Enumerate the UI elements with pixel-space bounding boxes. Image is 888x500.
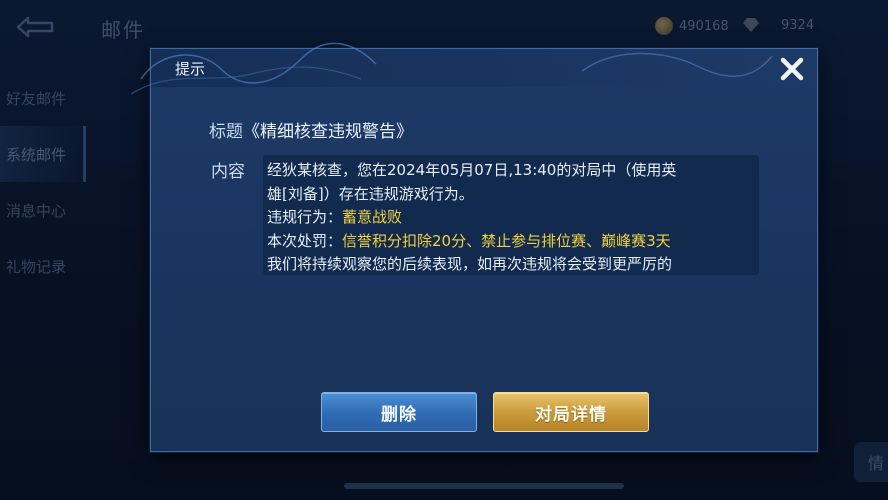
close-button[interactable] — [777, 54, 807, 84]
penalty-label: 本次处罚： — [267, 231, 343, 250]
delete-button[interactable]: 删除 — [321, 392, 477, 432]
notice-dialog: 提示 标题 《精细核查违规警告》 内容 经狄某核查，您在2024年05月07日,… — [130, 42, 818, 452]
close-icon — [780, 57, 804, 81]
match-details-button[interactable]: 对局详情 — [493, 392, 649, 432]
violation-line: 违规行为：蓄意战败 — [267, 206, 755, 230]
violation-value: 蓄意战败 — [342, 208, 403, 226]
penalty-line: 本次处罚：信誉积分扣除20分、禁止参与排位赛、巅峰赛3天 — [267, 230, 755, 254]
violation-label: 违规行为： — [267, 208, 343, 226]
dialog-title: 提示 — [175, 60, 206, 78]
content-line: 我们将持续观察您的后续表现，如再次违规将会受到更严厉的 — [267, 255, 673, 273]
content-line: 经狄某核查，您在2024年05月07日,13:40的对局中（使用英 — [267, 161, 677, 179]
penalty-value: 信誉积分扣除20分、禁止参与排位赛、巅峰赛3天 — [342, 231, 671, 250]
content-line: 雄[刘备]）存在违规游戏行为。 — [267, 184, 474, 203]
content-box[interactable]: 经狄某核查，您在2024年05月07日,13:40的对局中（使用英 雄[刘备]）… — [263, 155, 759, 275]
subject-text: 《精细核查违规警告》 — [243, 122, 413, 142]
content-label: 内容 — [211, 162, 245, 182]
dialog-header — [151, 49, 817, 87]
subject-label: 标题 — [209, 122, 243, 142]
